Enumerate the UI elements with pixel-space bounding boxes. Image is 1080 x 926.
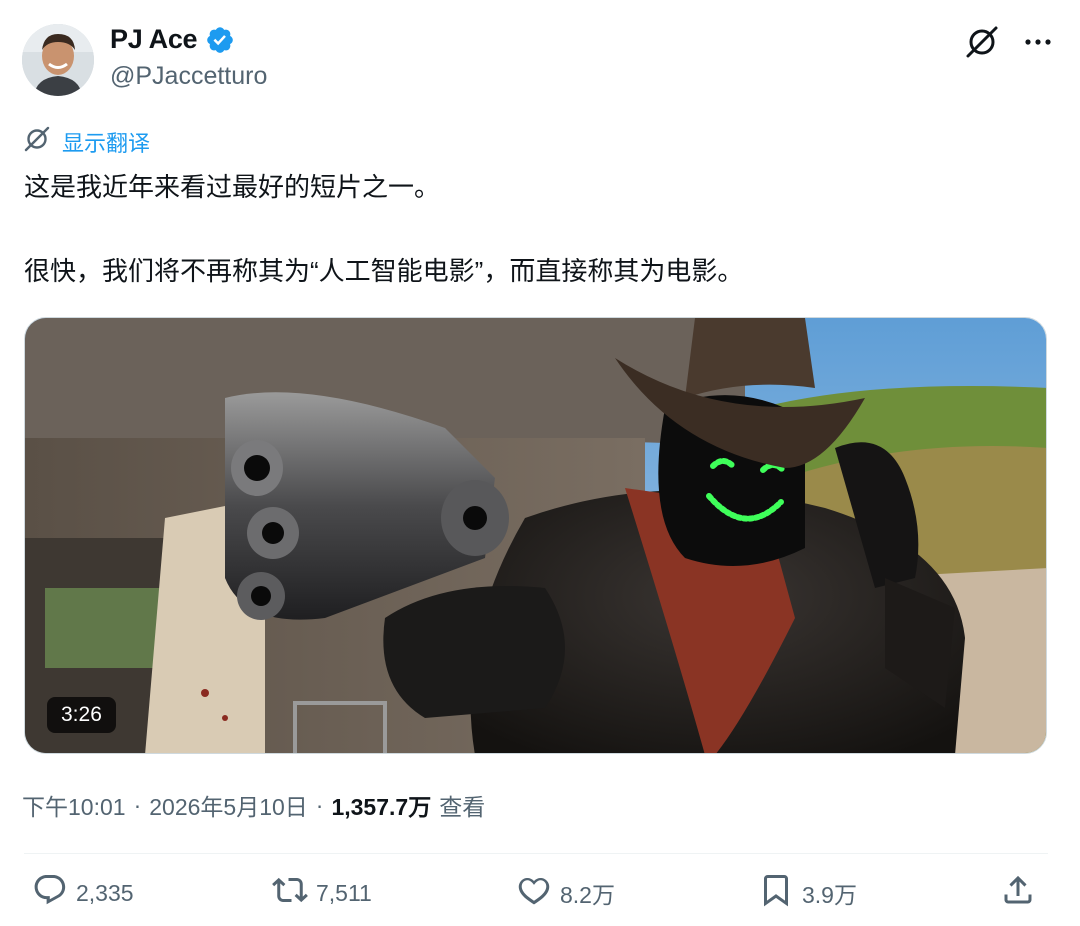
meta-separator: · <box>315 791 324 818</box>
tweet-line-2: 很快，我们将不再称其为“人工智能电影”，而直接称其为电影。 <box>24 256 744 286</box>
display-name[interactable]: PJ Ace <box>110 24 198 55</box>
tweet-line-1: 这是我近年来看过最好的短片之一。 <box>24 172 441 202</box>
retweet-count: 7,511 <box>316 879 372 906</box>
like-icon <box>516 872 552 914</box>
name-row: PJ Ace <box>110 24 235 55</box>
share-icon <box>1000 872 1036 914</box>
video-thumbnail <box>25 318 1046 753</box>
reply-icon <box>32 872 68 914</box>
avatar[interactable] <box>22 24 94 96</box>
bookmark-count: 3.9万 <box>802 882 857 908</box>
author-handle[interactable]: @PJaccetturo <box>110 62 267 91</box>
verified-badge-icon <box>205 25 235 55</box>
tweet-date[interactable]: 2026年5月10日 <box>149 788 308 822</box>
tweet-header: PJ Ace @PJaccetturo <box>22 20 1058 100</box>
tweet-time[interactable]: 下午10:01 <box>22 788 126 822</box>
action-bar: 2,335 7,511 8.2万 3.9万 <box>22 872 1046 922</box>
divider <box>24 853 1048 854</box>
meta-separator: · <box>133 791 142 818</box>
show-translation-button[interactable]: 显示翻译 <box>22 124 150 159</box>
bookmark-icon <box>758 872 794 914</box>
bookmark-button[interactable]: 3.9万 <box>758 872 857 914</box>
views-count[interactable]: 1,357.7万 <box>331 788 431 822</box>
tweet-text: 这是我近年来看过最好的短片之一。 很快，我们将不再称其为“人工智能电影”，而直接… <box>24 166 1054 292</box>
more-icon[interactable] <box>1018 22 1058 62</box>
reply-button[interactable]: 2,335 <box>32 872 134 914</box>
like-button[interactable]: 8.2万 <box>516 872 615 914</box>
like-count: 8.2万 <box>560 882 615 908</box>
translate-label: 显示翻译 <box>62 130 151 156</box>
views-label: 查看 <box>439 794 486 820</box>
retweet-icon <box>272 872 308 914</box>
share-button[interactable] <box>1000 872 1036 914</box>
reply-count: 2,335 <box>76 879 134 906</box>
retweet-button[interactable]: 7,511 <box>272 872 372 914</box>
translate-icon <box>22 124 52 159</box>
video-player[interactable]: 3:26 <box>24 317 1047 754</box>
video-duration: 3:26 <box>47 697 116 733</box>
grok-icon[interactable] <box>962 22 1002 62</box>
tweet-meta: 下午10:01 · 2026年5月10日 · 1,357.7万 查看 <box>22 788 485 822</box>
